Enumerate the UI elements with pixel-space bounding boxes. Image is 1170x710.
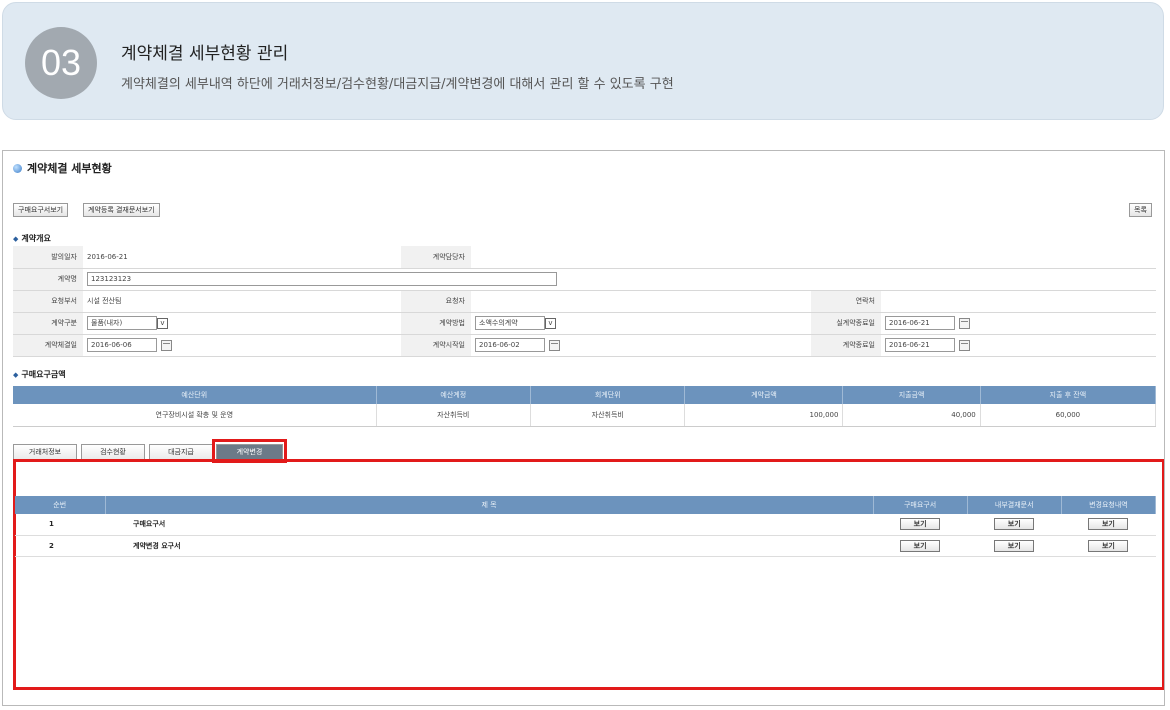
tab-inspection[interactable]: 검수현황 bbox=[81, 444, 145, 460]
budget-header: 지출금액 bbox=[842, 386, 981, 404]
overview-section-title: ◆ 계약개요 bbox=[13, 234, 51, 243]
list-header: 구매요구서 bbox=[873, 496, 968, 514]
calendar-icon[interactable] bbox=[161, 339, 172, 351]
request-view-button[interactable]: 구매요구서보기 bbox=[13, 203, 69, 217]
budget-header: 예산단위 bbox=[13, 386, 377, 404]
dept-value: 시설 전산팀 bbox=[83, 290, 401, 313]
calendar-icon[interactable] bbox=[959, 339, 970, 351]
view-approval-button[interactable]: 보기 bbox=[994, 518, 1035, 531]
page-title: 계약체결 세부현황 bbox=[13, 160, 112, 176]
contract-method-select[interactable]: 소액수의계약 bbox=[475, 316, 545, 330]
diamond-bullet-icon: ◆ bbox=[13, 371, 19, 379]
requester-value bbox=[471, 290, 811, 313]
sign-date-input[interactable]: 2016-06-06 bbox=[87, 338, 157, 352]
tab-payment[interactable]: 대금지급 bbox=[149, 444, 213, 460]
row-number: 1 bbox=[15, 514, 105, 536]
contract-name-input[interactable]: 123123123 bbox=[87, 272, 557, 286]
view-approval-button[interactable]: 보기 bbox=[994, 539, 1035, 552]
contract-type-select[interactable]: 물품(내자) bbox=[87, 316, 157, 330]
date-label: 발의일자 bbox=[13, 246, 83, 269]
sign-date-label: 계약체결일 bbox=[13, 334, 83, 357]
manager-value bbox=[471, 246, 1156, 269]
tab-vendor-info[interactable]: 거래처정보 bbox=[13, 444, 77, 460]
contact-value bbox=[881, 290, 1156, 313]
list-button[interactable]: 목록 bbox=[1129, 203, 1152, 217]
actual-end-date-input[interactable]: 2016-06-21 bbox=[885, 316, 955, 330]
view-request-button[interactable]: 보기 bbox=[900, 518, 941, 531]
view-request-button[interactable]: 보기 bbox=[900, 539, 941, 552]
type-label: 계약구분 bbox=[13, 312, 83, 335]
view-change-request-button[interactable]: 보기 bbox=[1088, 518, 1129, 531]
budget-cell: 40,000 bbox=[842, 404, 981, 427]
requester-label: 요청자 bbox=[401, 290, 471, 313]
end-date-input[interactable]: 2016-06-21 bbox=[885, 338, 955, 352]
chevron-down-icon[interactable]: v bbox=[545, 317, 556, 329]
list-header: 내부결재문서 bbox=[967, 496, 1062, 514]
budget-cell: 자산취득비 bbox=[530, 404, 686, 427]
view-change-request-button[interactable]: 보기 bbox=[1088, 539, 1129, 552]
title-bullet-icon bbox=[13, 164, 22, 173]
feature-description: 계약체결의 세부내역 하단에 거래처정보/검수현황/대금지급/계약변경에 대해서… bbox=[121, 77, 674, 92]
contract-overview-table: 발의일자 2016-06-21 계약담당자 계약명 123123123 요청부서… bbox=[13, 246, 1156, 357]
list-header: 변경요청내역 bbox=[1061, 496, 1157, 514]
contact-label: 연락처 bbox=[811, 290, 881, 313]
budget-table: 예산단위 예산계정 회계단위 계약금액 지출금액 지출 후 잔액 연구장비시설 … bbox=[13, 386, 1157, 427]
method-label: 계약방법 bbox=[401, 312, 471, 335]
row-title: 계약변경 요구서 bbox=[105, 535, 873, 557]
content-highlight-box bbox=[13, 459, 1164, 690]
start-date-label: 계약시작일 bbox=[401, 334, 471, 357]
actual-end-label: 실계약종료일 bbox=[811, 312, 881, 335]
row-number: 2 bbox=[15, 535, 105, 557]
manager-label: 계약담당자 bbox=[401, 246, 471, 269]
budget-cell: 60,000 bbox=[980, 404, 1157, 427]
budget-header: 지출 후 잔액 bbox=[980, 386, 1157, 404]
budget-cell: 100,000 bbox=[684, 404, 844, 427]
calendar-icon[interactable] bbox=[549, 339, 560, 351]
end-date-label: 계약종료일 bbox=[811, 334, 881, 357]
list-header: 제 목 bbox=[105, 496, 874, 514]
chevron-down-icon[interactable]: v bbox=[157, 317, 168, 329]
feature-header-card: 03 계약체결 세부현황 관리 계약체결의 세부내역 하단에 거래처정보/검수현… bbox=[2, 2, 1164, 120]
budget-header: 예산계정 bbox=[376, 386, 532, 404]
contract-change-table: 순번 제 목 구매요구서 내부결재문서 변경요청내역 1 구매요구서 보기 보기… bbox=[15, 496, 1157, 557]
step-number-badge: 03 bbox=[25, 27, 97, 99]
table-row: 2 계약변경 요구서 보기 보기 보기 bbox=[15, 535, 1156, 557]
budget-header: 계약금액 bbox=[684, 386, 844, 404]
calendar-icon[interactable] bbox=[959, 317, 970, 329]
diamond-bullet-icon: ◆ bbox=[13, 235, 19, 243]
table-row: 1 구매요구서 보기 보기 보기 bbox=[15, 514, 1156, 536]
table-row: 연구장비시설 확충 및 운영 자산취득비 자산취득비 100,000 40,00… bbox=[13, 404, 1157, 427]
start-date-input[interactable]: 2016-06-02 bbox=[475, 338, 545, 352]
list-header: 순번 bbox=[15, 496, 106, 514]
budget-header: 회계단위 bbox=[530, 386, 686, 404]
dept-label: 요청부서 bbox=[13, 290, 83, 313]
feature-title: 계약체결 세부현황 관리 bbox=[121, 44, 289, 64]
row-title: 구매요구서 bbox=[105, 514, 873, 536]
budget-cell: 자산취득비 bbox=[376, 404, 532, 427]
date-value: 2016-06-21 bbox=[83, 246, 401, 269]
budget-section-title: ◆ 구매요구금액 bbox=[13, 370, 66, 379]
budget-cell: 연구장비시설 확충 및 운영 bbox=[13, 404, 377, 427]
name-label: 계약명 bbox=[13, 268, 83, 291]
approval-doc-view-button[interactable]: 계약등록 결재문서보기 bbox=[83, 203, 160, 217]
screenshot-frame: 계약체결 세부현황 구매요구서보기 계약등록 결재문서보기 목록 ◆ 계약개요 발… bbox=[2, 150, 1165, 706]
